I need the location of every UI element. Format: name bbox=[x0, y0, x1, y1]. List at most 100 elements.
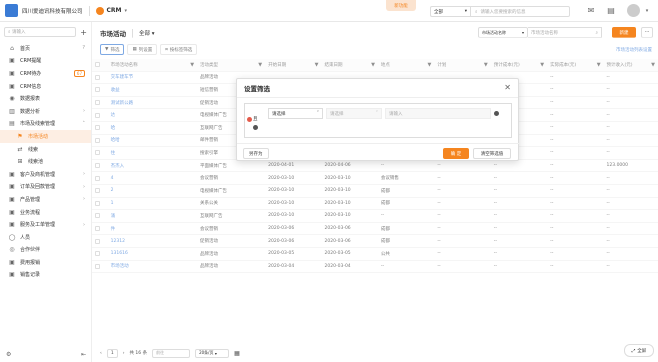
person-icon: ◯ bbox=[8, 233, 16, 241]
chevron-down-icon: ▾ bbox=[464, 9, 467, 14]
bell-icon: ▣ bbox=[9, 57, 15, 65]
sidebar-item-crm-info[interactable]: ▣ CRM信息 bbox=[0, 80, 91, 93]
and-label: 且 bbox=[253, 117, 258, 122]
prev-page-icon[interactable]: ‹ bbox=[100, 351, 102, 356]
sidebar-item-crm-todo[interactable]: ▣ CRM待办 67 bbox=[0, 67, 91, 80]
clear-filter-button[interactable]: 清空筛选值 bbox=[473, 148, 511, 159]
mail-icon[interactable]: ✉ bbox=[586, 6, 596, 16]
sidebar-item-market[interactable]: ▤ 市场及线索管理 ˄ bbox=[0, 118, 91, 131]
sidebar-nav: ⌂ 首页? ▣ CRM提醒 ▣ CRM待办 67 ▣ CRM信息 ◉ 数据报表 ▥ 数据分析 ›… bbox=[0, 42, 91, 281]
flow-icon: ▣ bbox=[9, 208, 15, 216]
chevron-down-icon[interactable]: ▾ bbox=[125, 8, 128, 14]
sidebar-item-label: 线索池 bbox=[28, 159, 44, 166]
next-page-icon[interactable]: › bbox=[123, 351, 125, 356]
and-tag[interactable]: 且 bbox=[247, 116, 258, 122]
dialog-header: 设置筛选 ✕ bbox=[237, 79, 518, 98]
sidebar-item-lead-pool[interactable]: ⊞ 线索池 bbox=[0, 155, 91, 168]
new-feature-tab[interactable]: 新功能 bbox=[386, 0, 416, 11]
sidebar-item-label: 客户及商机管理 bbox=[20, 171, 56, 178]
avatar[interactable] bbox=[627, 4, 640, 17]
field-select[interactable]: 请选择 ˅ bbox=[268, 108, 323, 119]
sidebar-item-label: 数据分析 bbox=[20, 108, 41, 115]
grid-icon[interactable]: ▦ bbox=[234, 350, 240, 357]
sidebar-item-label: CRM提醒 bbox=[20, 58, 42, 65]
customer-icon: ▣ bbox=[9, 170, 15, 178]
sidebar-item-leads[interactable]: ⇄ 线索 bbox=[0, 143, 91, 156]
sidebar-item-crm-reminder[interactable]: ▣ CRM提醒 bbox=[0, 55, 91, 68]
sidebar-item-customers[interactable]: ▣ 客户及商机管理 › bbox=[0, 168, 91, 181]
home-icon: ⌂ bbox=[10, 44, 14, 52]
todo-count-badge: 67 bbox=[73, 69, 85, 77]
remove-condition-icon[interactable] bbox=[494, 111, 499, 116]
chevron-right-icon: › bbox=[83, 183, 85, 190]
goto-page-input[interactable]: 前往 bbox=[152, 348, 191, 358]
sidebar-item-reports[interactable]: ◉ 数据报表 bbox=[0, 92, 91, 105]
collapse-icon[interactable]: ⇤ bbox=[81, 351, 86, 358]
dialog-title: 设置筛选 bbox=[244, 85, 270, 93]
operator-placeholder: 请选择 bbox=[330, 112, 344, 117]
value-input[interactable]: 请输入 bbox=[385, 108, 491, 119]
search-icon: ⌕ bbox=[475, 9, 478, 15]
sidebar-item-person[interactable]: ◯ 人员 bbox=[0, 231, 91, 244]
app-switcher[interactable]: CRM bbox=[107, 7, 122, 14]
analysis-icon: ▥ bbox=[9, 107, 15, 115]
settings-icon[interactable]: ⚙ bbox=[6, 351, 11, 358]
sidebar-item-label: 合作伙伴 bbox=[20, 247, 41, 254]
chevron-right-icon: › bbox=[83, 196, 85, 203]
sidebar-item-expense[interactable]: ▣ 费用报销 bbox=[0, 256, 91, 269]
chevron-down-icon: ▾ bbox=[521, 30, 524, 35]
chevron-right-icon: › bbox=[83, 108, 85, 115]
search-icon: ⌕ bbox=[8, 30, 11, 35]
page-size-select[interactable]: 20条/页 ▾ bbox=[195, 348, 230, 358]
product-icon: ▣ bbox=[9, 195, 15, 203]
sidebar-footer: ⚙ ⇤ bbox=[6, 351, 86, 358]
help-icon: ? bbox=[82, 45, 85, 52]
sidebar-item-market-activity[interactable]: ⚑ 市场活动 bbox=[0, 130, 91, 143]
sidebar-search-placeholder: 请输入 bbox=[11, 30, 26, 35]
sidebar-item-label: 首页 bbox=[20, 45, 31, 52]
order-icon: ▣ bbox=[9, 183, 15, 191]
sidebar-item-service[interactable]: ▣ 服务及工单管理 › bbox=[0, 218, 91, 231]
fullscreen-icon: ⤢ bbox=[631, 348, 636, 354]
message-icon: ▣ bbox=[9, 82, 15, 90]
and-dot-icon bbox=[247, 116, 252, 122]
chevron-down-icon: ▾ bbox=[214, 350, 217, 356]
partner-icon: ◎ bbox=[9, 246, 15, 254]
message-icon[interactable]: ▤ bbox=[606, 6, 616, 16]
sidebar-item-home[interactable]: ⌂ 首页? bbox=[0, 42, 91, 55]
chevron-up-icon: ˄ bbox=[82, 120, 86, 127]
global-search-input[interactable]: ⌕ 请输入您要搜索的信息 bbox=[470, 6, 570, 17]
report-icon: ◉ bbox=[9, 95, 15, 103]
chevron-down-icon[interactable]: ▾ bbox=[642, 6, 652, 16]
fullscreen-button[interactable]: ⤢ 全屏 bbox=[624, 344, 654, 357]
sidebar-item-label: 业务流程 bbox=[20, 209, 41, 216]
confirm-button[interactable]: 确 定 bbox=[443, 148, 469, 159]
sidebar-search-input[interactable]: ⌕ 请输入 bbox=[4, 27, 77, 37]
company-logo bbox=[5, 4, 18, 17]
sidebar: ⌕ 请输入 + ⌂ 首页? ▣ CRM提醒 ▣ CRM待办 67 ▣ CRM信息 ◉ 数据报… bbox=[0, 22, 92, 362]
search-icon: ⌕ bbox=[595, 31, 598, 36]
company-name: 四川爱迪讯科技有限公司 bbox=[22, 8, 83, 15]
view-select[interactable]: 全部 ▾ bbox=[139, 29, 155, 37]
search-field-value: 市场活动名称 bbox=[482, 30, 506, 35]
chevron-down-icon: ˅ bbox=[316, 111, 319, 116]
page-number[interactable]: 1 bbox=[106, 348, 118, 358]
field-select-value: 请选择 bbox=[272, 112, 286, 117]
sidebar-item-products[interactable]: ▣ 产品管理 › bbox=[0, 193, 91, 206]
filter-dialog: 设置筛选 ✕ 且 请选择 ˅ 请选择 ˅ 请输入 另存为 确 定 清空筛选值 bbox=[236, 78, 520, 161]
sidebar-item-analysis[interactable]: ▥ 数据分析 › bbox=[0, 105, 91, 118]
close-icon[interactable]: ✕ bbox=[504, 83, 511, 92]
operator-select[interactable]: 请选择 ˅ bbox=[326, 108, 382, 119]
add-icon[interactable]: + bbox=[80, 28, 87, 37]
add-condition-icon[interactable] bbox=[253, 125, 258, 130]
service-icon: ▣ bbox=[9, 221, 15, 229]
sidebar-item-orders[interactable]: ▣ 订单及回款管理 › bbox=[0, 181, 91, 194]
save-as-button[interactable]: 另存为 bbox=[243, 148, 269, 159]
sidebar-item-sales-record[interactable]: ▣ 销售记录 bbox=[0, 269, 91, 282]
search-scope-select[interactable]: 全部 ▾ bbox=[430, 6, 470, 17]
sidebar-item-partner[interactable]: ◎ 合作伙伴 bbox=[0, 244, 91, 257]
sidebar-item-label: CRM信息 bbox=[20, 83, 42, 90]
pool-icon: ⊞ bbox=[17, 158, 23, 166]
sidebar-item-workflow[interactable]: ▣ 业务流程 bbox=[0, 206, 91, 219]
sidebar-search: ⌕ 请输入 + bbox=[4, 27, 87, 37]
